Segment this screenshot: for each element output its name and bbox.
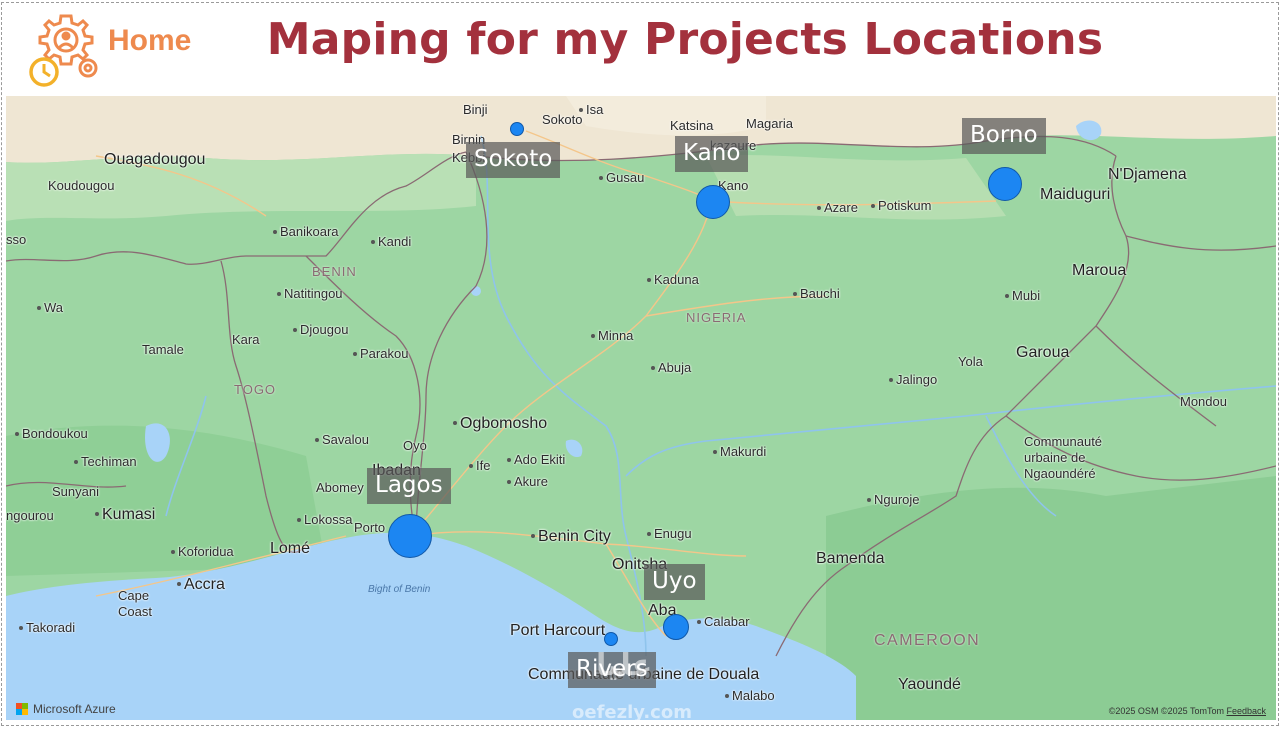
city-label: Sunyani [52,484,99,499]
project-label-uyo[interactable]: Uyo [644,564,705,600]
watermark-arabic: عليا [596,648,653,683]
city-label: Parakou [352,346,409,361]
city-label: Akure [507,474,548,489]
city-label: Banikoara [273,224,339,239]
map-canvas[interactable]: BENIN TOGO NIGERIA CAMEROON Binji Sokoto… [6,96,1276,720]
city-label: Bauchi [793,286,840,301]
city-label: ngourou [6,508,54,523]
city-label: Potiskum [870,198,932,213]
city-label: Sokoto [542,112,583,127]
home-button[interactable]: Home [108,24,191,58]
city-label: Lomé [270,540,311,557]
osm-attribution: ©2025 OSM [1108,706,1159,716]
city-label: Port Harcourt [510,622,606,639]
project-bubble-lagos[interactable] [388,514,432,558]
city-label: Mubi [1004,288,1041,303]
city-label: Binji [463,102,488,117]
city-label: Ife [468,458,491,473]
city-label: Tamale [142,342,184,357]
city-label: Nguroje [867,492,920,507]
city-label: Kandi [370,234,412,249]
city-label: Benin City [531,528,611,545]
city-label: Natitingou [277,286,343,301]
city-label: Accra [177,576,225,593]
city-label: sso [6,232,27,247]
city-label: Communauté urbaine de Ngaoundéré [1024,434,1103,481]
city-label: Enugu [647,526,692,541]
city-label: Yaoundé [898,676,961,693]
city-label: Calabar [697,614,750,629]
city-label: Kumasi [94,506,156,523]
city-label: Azare [817,200,858,215]
city-label: Porto [354,520,386,535]
microsoft-logo-icon [16,703,28,715]
city-label: Abuja [650,360,692,375]
city-label: Ogbomosho [452,415,548,432]
city-label: N'Djamena [1108,166,1187,183]
city-label: Isa [578,102,604,117]
project-bubble-rivers[interactable] [604,632,618,646]
city-label: Garoua [1016,344,1070,361]
project-bubble-kano[interactable] [696,185,730,219]
project-label-kano[interactable]: Kano [675,136,749,172]
city-label: Katsina [670,118,714,133]
city-label: Techiman [74,454,137,469]
gear-people-clock-icon [29,14,98,87]
city-label: Minna [590,328,634,343]
country-label: NIGERIA [686,310,747,325]
city-label: Cape Coast [118,588,152,619]
watermark-url: oefezly.com [572,702,692,720]
city-label: Maiduguri [1040,186,1111,203]
water-label: Bight of Benin [368,584,431,595]
city-label: Yola [958,354,983,369]
city-label: Magaria [746,116,793,131]
city-label: Bondoukou [15,426,88,441]
feedback-link[interactable]: Feedback [1226,706,1266,716]
project-bubble-uyo[interactable] [663,614,689,640]
city-label: Abomey [316,480,364,495]
provider-name: Microsoft Azure [33,702,116,716]
tomtom-attribution: ©2025 TomTom [1160,706,1224,716]
city-label: Jalingo [888,372,938,387]
provider-badge[interactable]: Microsoft Azure [16,702,116,716]
city-label: Mondou [1180,394,1227,409]
city-label: Takoradi [18,620,76,635]
city-label: Koudougou [48,178,115,193]
project-label-sokoto[interactable]: Sokoto [466,142,561,178]
city-label: Bamenda [816,550,885,567]
city-label: Ouagadougou [104,151,206,168]
map-attribution: ©2025 OSM ©2025 TomTom Feedback [1109,706,1266,716]
country-label: BENIN [312,264,357,279]
country-label: CAMEROON [874,632,981,649]
city-label: Wa [36,300,64,315]
city-label: Kaduna [647,272,699,287]
project-bubble-sokoto[interactable] [510,122,524,136]
city-label: Lokossa [296,512,353,527]
city-label: Koforidua [171,544,234,559]
city-label: Gusau [598,170,645,185]
page-title: Maping for my Projects Locations [266,14,1104,65]
city-label: Makurdi [712,444,767,459]
header: Home Maping for my Projects Locations [0,0,1282,96]
city-label: Malabo [725,688,775,703]
city-label: Djougou [292,322,349,337]
project-label-borno[interactable]: Borno [962,118,1046,154]
city-label: Ado Ekiti [506,452,566,467]
project-bubble-borno[interactable] [988,167,1022,201]
city-label: Maroua [1072,262,1127,279]
city-label: Kara [232,332,260,347]
country-label: TOGO [234,382,277,397]
city-label: Savalou [315,432,369,447]
city-label: Oyo [403,438,427,453]
project-label-lagos[interactable]: Lagos [367,468,451,504]
